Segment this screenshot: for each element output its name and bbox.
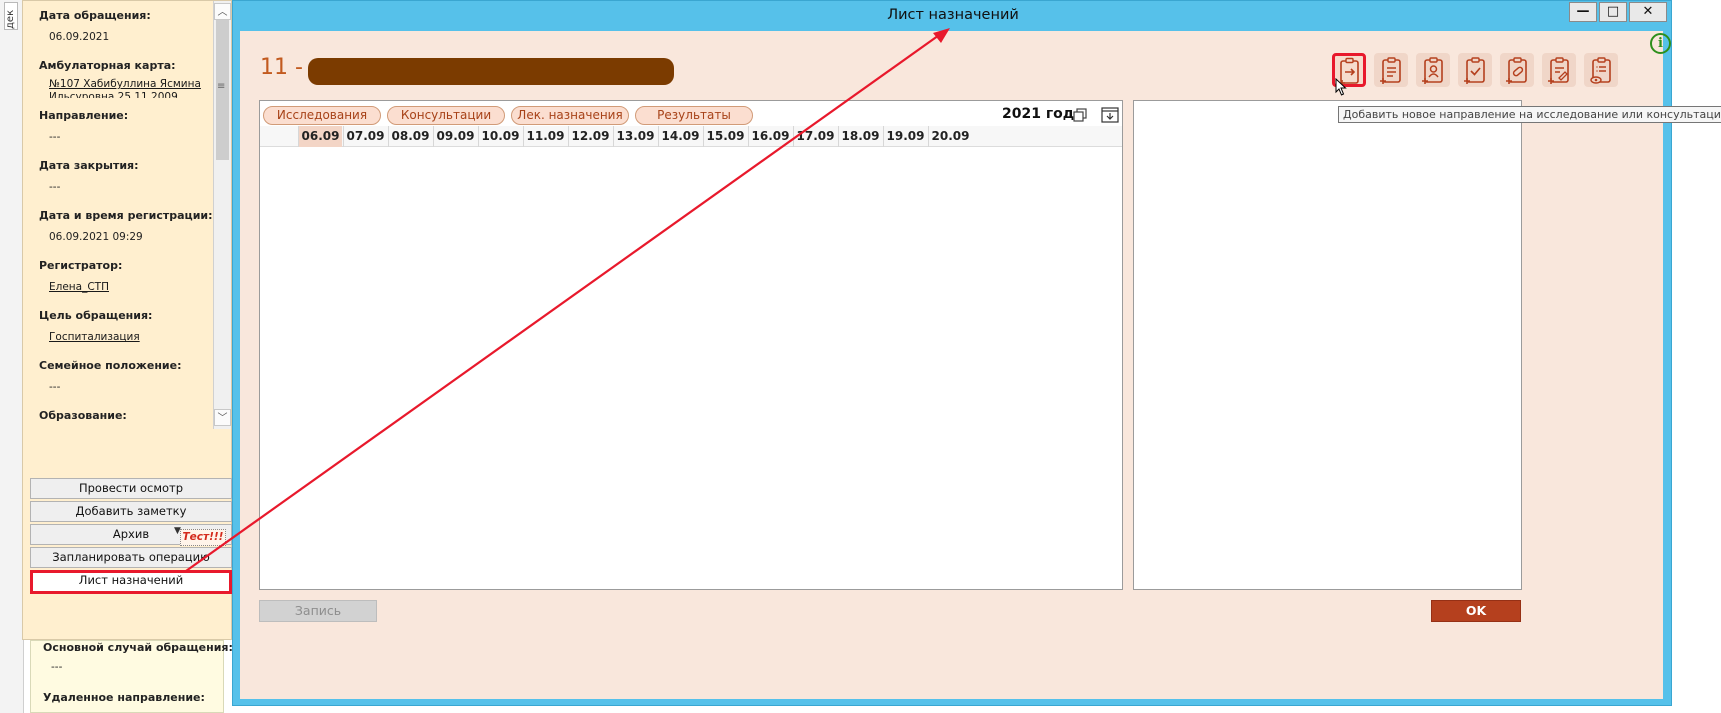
- mouse-pointer-icon: [1335, 77, 1347, 99]
- maximize-icon[interactable]: □: [1599, 2, 1627, 22]
- field-label: Основной случай обращения:: [43, 641, 233, 654]
- test-badge: Тест!!!: [180, 529, 226, 546]
- date-cell[interactable]: 20.09: [928, 126, 972, 147]
- date-cell[interactable]: 06.09: [298, 126, 342, 147]
- year-label: 2021 год: [1002, 106, 1075, 122]
- info-icon[interactable]: i: [1650, 33, 1671, 54]
- patient-name-redacted: [308, 58, 674, 85]
- field-label: Дата обращения:: [39, 9, 151, 22]
- outpatient-card-link[interactable]: №107 Хабибуллина Ясмина: [39, 78, 215, 90]
- field-label: Дата и время регистрации:: [39, 209, 213, 222]
- background-window-edge: дек: [0, 0, 24, 713]
- field-registration-datetime: Дата и время регистрации: 06.09.2021 09:…: [39, 209, 215, 243]
- toolbar-tooltip: Добавить новое направление на исследован…: [1338, 106, 1721, 123]
- add-list-button[interactable]: [1374, 53, 1408, 87]
- add-note-button[interactable]: Добавить заметку: [30, 501, 232, 522]
- card-scrollbar[interactable]: ︿ ≡ ﹀: [213, 1, 231, 429]
- field-referral: Направление: ---: [39, 109, 215, 143]
- field-value: ---: [49, 181, 61, 193]
- add-checklist-button[interactable]: [1458, 53, 1492, 87]
- date-cell[interactable]: 16.09: [748, 126, 792, 147]
- date-cell[interactable]: 08.09: [388, 126, 432, 147]
- date-cell[interactable]: 15.09: [703, 126, 747, 147]
- field-value: 06.09.2021 09:29: [49, 231, 143, 243]
- view-list-button[interactable]: [1584, 53, 1618, 87]
- background-card-lower: Основной случай обращения: --- Удаленное…: [30, 640, 233, 713]
- field-marital-status: Семейное положение: ---: [39, 359, 215, 393]
- dialog-titlebar[interactable]: Лист назначений — □ ✕: [233, 1, 1673, 31]
- field-label: Удаленное направление:: [43, 691, 205, 704]
- field-visit-date: Дата обращения: 06.09.2021: [39, 9, 215, 43]
- field-label: Направление:: [39, 109, 129, 122]
- scroll-up-icon[interactable]: ︿: [214, 3, 231, 20]
- date-cell[interactable]: 07.09: [343, 126, 387, 147]
- field-label: Амбулаторная карта:: [39, 59, 176, 72]
- field-education: Образование:: [39, 409, 215, 422]
- add-medication-button[interactable]: [1500, 53, 1534, 87]
- field-registrar: Регистратор: Елена_СТП: [39, 259, 215, 293]
- tab-investigations[interactable]: Исследования: [263, 106, 381, 125]
- field-label: Регистратор:: [39, 259, 123, 272]
- field-value: ---: [49, 381, 61, 393]
- field-label: Дата закрытия:: [39, 159, 139, 172]
- date-cell[interactable]: 18.09: [838, 126, 882, 147]
- calendar-icon[interactable]: [1101, 106, 1119, 126]
- screen: дек Дата обращения: 06.09.2021 Амбулатор…: [0, 0, 1721, 713]
- dialog-title: Лист назначений: [887, 7, 1019, 23]
- date-cell[interactable]: 10.09: [478, 126, 522, 147]
- field-value: 06.09.2021: [49, 31, 110, 43]
- date-cell[interactable]: 12.09: [568, 126, 612, 147]
- schedule-operation-button[interactable]: Запланировать операцию: [30, 547, 232, 568]
- date-cell[interactable]: 17.09: [793, 126, 837, 147]
- add-consult-button[interactable]: [1416, 53, 1450, 87]
- close-icon[interactable]: ✕: [1629, 2, 1667, 22]
- field-label: Образование:: [39, 409, 127, 422]
- prescription-sheet-button[interactable]: Лист назначений: [30, 570, 232, 594]
- scroll-down-icon[interactable]: ﹀: [214, 409, 231, 426]
- field-visit-purpose: Цель обращения: Госпитализация: [39, 309, 215, 343]
- date-header-row: 06.09 07.09 08.09 09.09 10.09 11.09 12.09 13.09…: [260, 126, 1122, 147]
- copy-icon[interactable]: [1073, 108, 1087, 125]
- examine-button[interactable]: Провести осмотр: [30, 478, 232, 499]
- field-value: ---: [49, 131, 61, 143]
- field-value: ---: [51, 661, 63, 673]
- visit-purpose-link[interactable]: Госпитализация: [39, 331, 215, 343]
- registrar-link[interactable]: Елена_СТП: [39, 281, 215, 293]
- visit-card-fields: Дата обращения: 06.09.2021 Амбулаторная …: [25, 1, 215, 429]
- background-tab[interactable]: дек: [4, 2, 18, 30]
- ok-button[interactable]: OK: [1431, 600, 1521, 622]
- field-outpatient-card: Амбулаторная карта: №107 Хабибуллина Ясм…: [39, 59, 215, 98]
- field-label: Семейное положение:: [39, 359, 182, 372]
- patient-number: 11 -: [260, 55, 303, 80]
- add-note-doc-button[interactable]: [1542, 53, 1576, 87]
- minimize-icon[interactable]: —: [1569, 2, 1597, 22]
- record-button[interactable]: Запись: [259, 600, 377, 622]
- date-cell[interactable]: 11.09: [523, 126, 567, 147]
- tab-medications[interactable]: Лек. назначения: [511, 106, 629, 125]
- scroll-grip-icon: ≡: [217, 81, 226, 92]
- date-cell[interactable]: 19.09: [883, 126, 927, 147]
- date-cell[interactable]: 14.09: [658, 126, 702, 147]
- field-close-date: Дата закрытия: ---: [39, 159, 215, 193]
- tab-results[interactable]: Результаты: [635, 106, 753, 125]
- details-panel: [1133, 100, 1522, 590]
- tab-consultations[interactable]: Консультации: [387, 106, 505, 125]
- date-cell[interactable]: 09.09: [433, 126, 477, 147]
- field-label: Цель обращения:: [39, 309, 153, 322]
- dialog-client-area: 11 - i Исследования Консультации Лек. на…: [240, 31, 1671, 699]
- schedule-grid-panel: Исследования Консультации Лек. назначени…: [259, 100, 1123, 590]
- date-cell[interactable]: 13.09: [613, 126, 657, 147]
- outpatient-card-link-line2[interactable]: Ильсуровна 25.11.2009: [39, 90, 215, 98]
